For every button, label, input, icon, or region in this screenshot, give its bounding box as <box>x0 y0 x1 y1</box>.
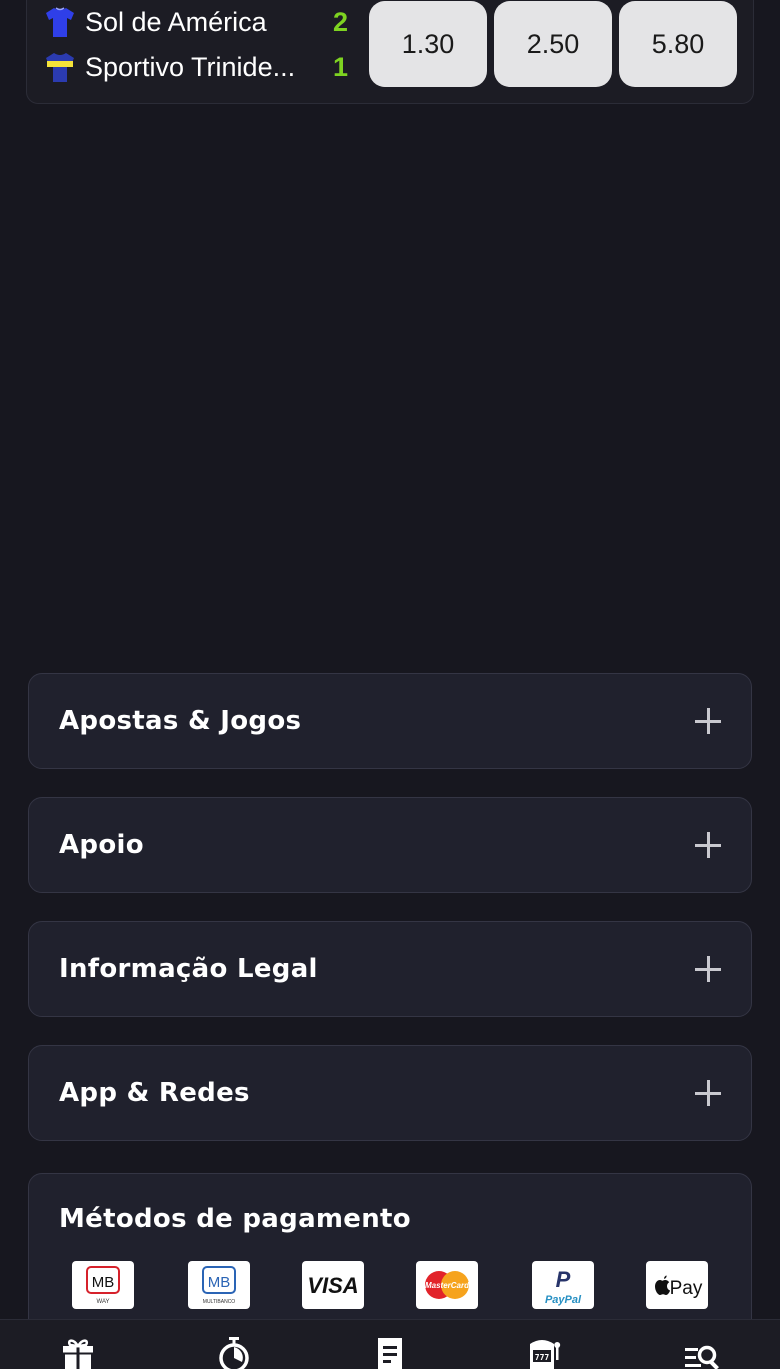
match-card[interactable]: Sol de América 2 Sportivo Trinide... 1 1… <box>26 0 754 104</box>
plus-icon <box>695 956 721 982</box>
odd-away-button[interactable]: 5.80 <box>619 1 737 87</box>
mastercard-logo: MasterCard <box>416 1261 478 1309</box>
slot-machine-icon: 777 <box>530 1340 561 1369</box>
accordion-apostas-jogos[interactable]: Apostas & Jogos <box>28 673 752 769</box>
multibanco-sub: MULTIBANCO <box>203 1299 236 1305</box>
nav-live[interactable] <box>216 1336 252 1369</box>
accordion-app-redes[interactable]: App & Redes <box>28 1045 752 1141</box>
accordion-title: Apoio <box>59 830 144 860</box>
svg-text:777: 777 <box>535 1353 550 1362</box>
payment-methods-title: Métodos de pagamento <box>59 1204 411 1234</box>
away-team-score: 1 <box>333 51 349 82</box>
nav-promotions[interactable] <box>60 1336 96 1369</box>
home-team-score: 2 <box>333 6 349 37</box>
plus-icon <box>695 832 721 858</box>
home-team-name: Sol de América <box>85 6 267 37</box>
plus-icon <box>695 708 721 734</box>
accordion-title: App & Redes <box>59 1078 250 1108</box>
multibanco-mark: MB <box>208 1274 231 1291</box>
plus-icon <box>695 1080 721 1106</box>
accordion-informacao-legal[interactable]: Informação Legal <box>28 921 752 1017</box>
accordion-apoio[interactable]: Apoio <box>28 797 752 893</box>
odd-draw-button[interactable]: 2.50 <box>494 1 612 87</box>
betslip-icon <box>378 1338 402 1369</box>
visa-mark: VISA <box>307 1273 358 1298</box>
away-jersey-icon <box>46 53 74 82</box>
nav-betslip[interactable] <box>372 1336 408 1369</box>
odd-home-button[interactable]: 1.30 <box>369 1 487 87</box>
paypal-p-icon: P <box>556 1267 571 1292</box>
multibanco-logo: MB MULTIBANCO <box>188 1261 250 1309</box>
accordion-title: Apostas & Jogos <box>59 706 302 736</box>
apple-pay-logo: Pay <box>646 1261 708 1309</box>
away-team-row: Sportivo Trinide... 1 <box>45 47 348 87</box>
gift-icon <box>63 1339 93 1369</box>
away-team-name: Sportivo Trinide... <box>85 51 296 82</box>
home-jersey-icon <box>46 7 74 37</box>
paypal-logo: P PayPal <box>532 1261 594 1309</box>
mbway-logo: MB WAY <box>72 1261 134 1309</box>
bottom-nav: 777 <box>0 1319 780 1369</box>
paypal-mark: PayPal <box>545 1294 582 1306</box>
accordion-title: Informação Legal <box>59 954 318 984</box>
visa-logo: VISA <box>302 1261 364 1309</box>
mastercard-mark: MasterCard <box>425 1281 470 1290</box>
apple-pay-mark: Pay <box>670 1278 703 1299</box>
mbway-mark: MB <box>92 1274 115 1291</box>
apple-icon <box>655 1275 670 1295</box>
stopwatch-icon <box>219 1337 249 1369</box>
nav-search[interactable] <box>684 1336 720 1369</box>
nav-casino[interactable]: 777 <box>526 1336 562 1369</box>
home-team-row: Sol de América 2 <box>45 2 348 42</box>
mbway-sub: WAY <box>97 1299 110 1305</box>
search-list-icon <box>685 1345 719 1369</box>
